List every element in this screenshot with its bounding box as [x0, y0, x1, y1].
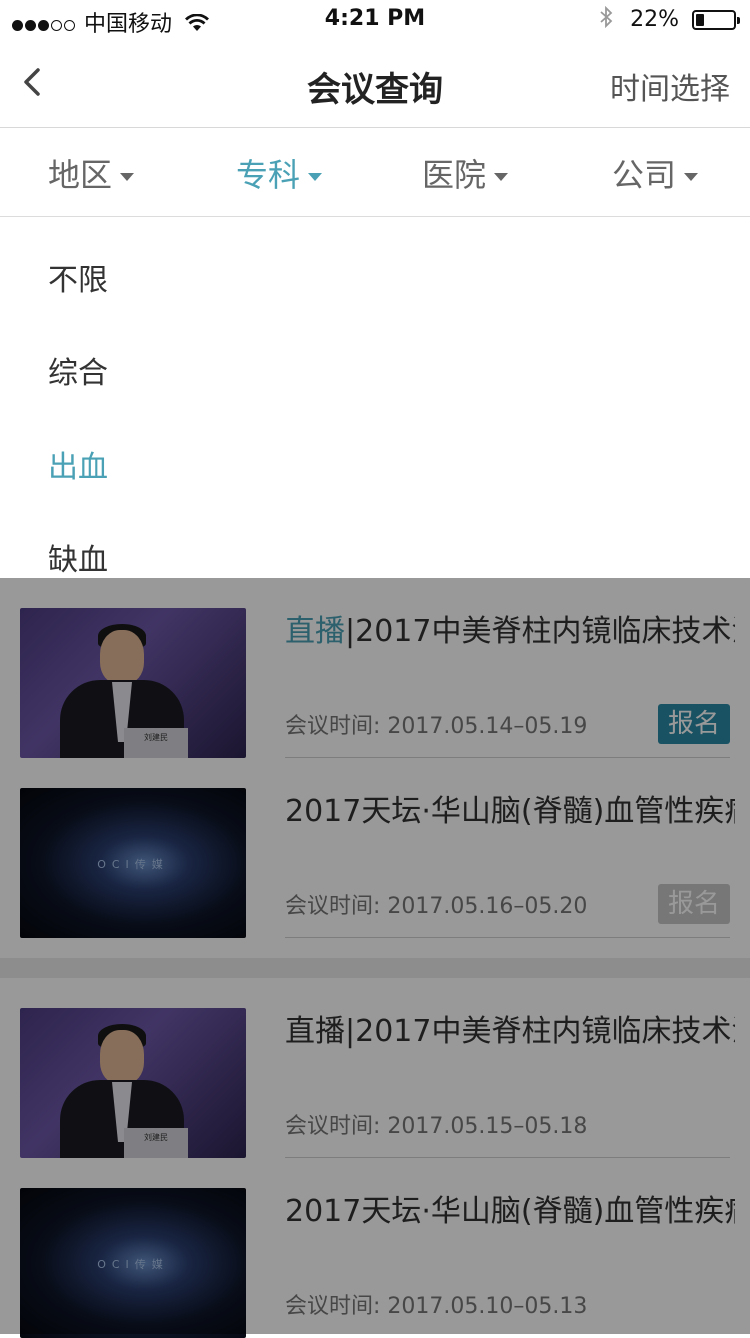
nav-bar: 会议查询 时间选择	[0, 40, 750, 128]
dropdown-option[interactable]: 缺血	[48, 535, 108, 579]
status-bar: 中国移动 4:21 PM 22%	[0, 0, 750, 40]
caret-down-icon	[684, 173, 699, 181]
filter-tab-specialty[interactable]: 专科	[236, 150, 323, 196]
status-right: 22%	[599, 5, 740, 34]
bluetooth-icon	[599, 5, 613, 34]
battery-icon	[692, 10, 740, 30]
filter-tab-label: 专科	[236, 156, 301, 194]
caret-down-icon	[494, 173, 509, 181]
filter-tab-hospital[interactable]: 医院	[422, 150, 509, 196]
filter-tab-label: 地区	[48, 156, 113, 194]
filter-bar: 地区 专科 医院 公司	[0, 128, 750, 217]
filter-tab-company[interactable]: 公司	[612, 150, 699, 196]
dropdown-option[interactable]: 综合	[48, 348, 108, 392]
specialty-dropdown: 不限 综合 出血 缺血	[0, 217, 750, 578]
filter-tab-label: 公司	[612, 156, 677, 194]
time-select-button[interactable]: 时间选择	[610, 64, 730, 108]
dropdown-option[interactable]: 出血	[48, 442, 108, 486]
dim-overlay[interactable]	[0, 578, 750, 1334]
dropdown-option[interactable]: 不限	[48, 255, 108, 299]
filter-tab-region[interactable]: 地区	[48, 150, 135, 196]
caret-down-icon	[120, 173, 135, 181]
battery-percent: 22%	[630, 7, 679, 32]
battery-fill	[696, 14, 704, 26]
filter-tab-label: 医院	[422, 156, 487, 194]
caret-down-icon	[308, 173, 323, 181]
